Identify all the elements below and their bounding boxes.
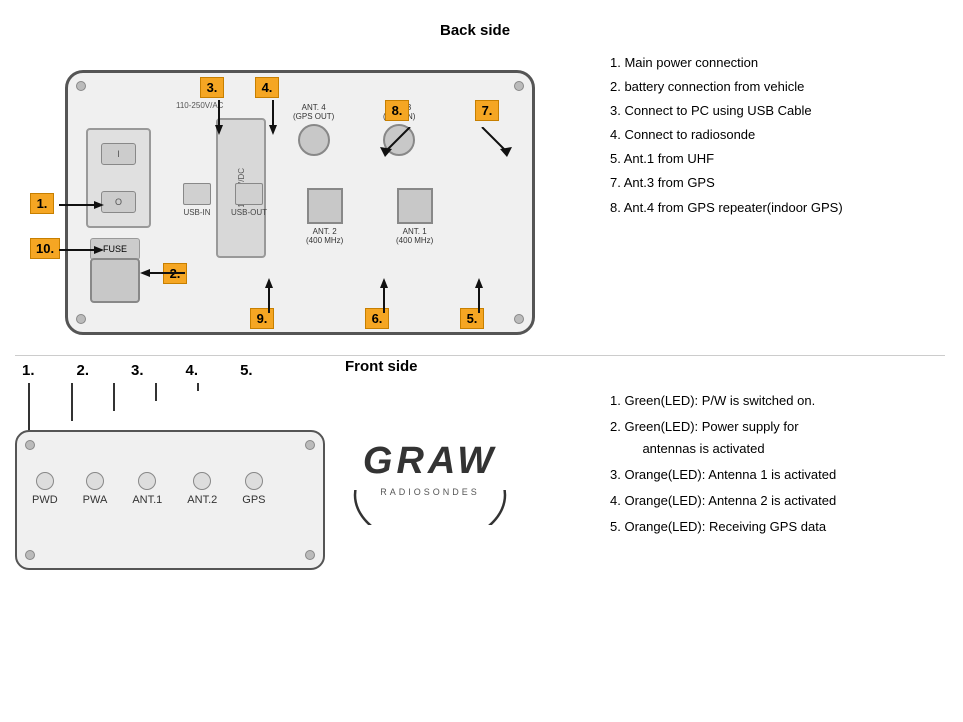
screw-bl: [76, 314, 86, 324]
arrow-4: [267, 100, 279, 138]
led-ant2: ANT.2: [187, 472, 217, 506]
led-label-pwd: PWD: [32, 494, 58, 506]
switch-on: I: [101, 143, 136, 165]
back-desc-item-5: 5. Ant.1 from UHF: [610, 148, 945, 170]
led-label-ant1: ANT.1: [132, 494, 162, 506]
back-side-diagram: 110-250V/AC I O FUSE 10-32V/DC USB-IN: [15, 45, 595, 355]
front-desc-list: 1. Green(LED): P/W is switched on. 2. Gr…: [610, 390, 945, 539]
screw-tr: [514, 81, 524, 91]
front-desc-item-4: 4. Orange(LED): Antenna 2 is activated: [610, 490, 945, 512]
back-desc-item-7: 7. Ant.3 from GPS: [610, 172, 945, 194]
back-desc-item-8: 8. Ant.4 from GPS repeater(indoor GPS): [610, 197, 945, 219]
led-circle-gps: [245, 472, 263, 490]
led-pwa: PWA: [83, 472, 108, 506]
usb-in-label: USB-IN: [183, 208, 210, 217]
front-screw-br: [305, 550, 315, 560]
front-num-5: 5.: [240, 362, 253, 379]
device-box: 110-250V/AC I O FUSE 10-32V/DC USB-IN: [65, 70, 535, 335]
front-desc-item-2: 2. Green(LED): Power supply for antennas…: [610, 416, 945, 460]
front-num-1: 1.: [22, 362, 35, 379]
front-screw-tr: [305, 440, 315, 450]
ant1-connector: [397, 188, 433, 224]
ant4-connector: [298, 124, 330, 156]
screw-tl: [76, 81, 86, 91]
power-inlet: [90, 258, 140, 303]
arrow-1: [59, 199, 104, 214]
front-desc-item-3: 3. Orange(LED): Antenna 1 is activated: [610, 464, 945, 486]
tick-2: [71, 383, 73, 421]
back-side-title: Back side: [440, 22, 510, 39]
front-screw-tl: [25, 440, 35, 450]
arrow-3: [213, 100, 225, 138]
graw-sub-text: RADIOSONDES: [350, 483, 510, 498]
led-label-gps: GPS: [242, 494, 265, 506]
usb-out-rect: [235, 183, 263, 205]
tick-5: [197, 383, 199, 391]
back-label-8: 8.: [385, 100, 409, 121]
led-row: PWD PWA ANT.1 ANT.2 GPS: [32, 472, 266, 506]
led-label-pwa: PWA: [83, 494, 108, 506]
led-circle-pwd: [36, 472, 54, 490]
led-circle-ant1: [138, 472, 156, 490]
front-num-2: 2.: [77, 362, 90, 379]
graw-logo: GRAW RADIOSONDES: [350, 430, 510, 530]
ant1-group: ANT. 1(400 MHz): [396, 188, 433, 245]
ant2-label: ANT. 2(400 MHz): [306, 227, 343, 245]
front-desc-item-1: 1. Green(LED): P/W is switched on.: [610, 390, 945, 412]
led-label-ant2: ANT.2: [187, 494, 217, 506]
led-circle-ant2: [193, 472, 211, 490]
back-label-10: 10.: [30, 238, 60, 259]
divider: [15, 355, 945, 356]
ant4-label: ANT. 4(GPS OUT): [293, 103, 334, 121]
arrow-2: [140, 267, 185, 282]
ant1-label: ANT. 1(400 MHz): [396, 227, 433, 245]
back-desc-item-1: 1. Main power connection: [610, 52, 945, 74]
back-desc-list: 1. Main power connection 2. battery conn…: [610, 52, 945, 219]
usb-out-port: USB-OUT: [231, 183, 267, 217]
tick-4: [155, 383, 157, 401]
front-side-title: Front side: [345, 358, 418, 375]
back-label-4: 4.: [255, 77, 279, 98]
front-num-3: 3.: [131, 362, 144, 379]
front-num-4: 4.: [186, 362, 199, 379]
ant2-connector: [307, 188, 343, 224]
screw-br: [514, 314, 524, 324]
front-screw-bl: [25, 550, 35, 560]
front-desc-item-5: 5. Orange(LED): Receiving GPS data: [610, 516, 945, 538]
front-desc: 1. Green(LED): P/W is switched on. 2. Gr…: [610, 390, 945, 543]
graw-brand-text: GRAW: [350, 440, 510, 483]
arrow-10: [59, 244, 104, 259]
usb-block: USB-IN USB-OUT: [183, 183, 267, 217]
back-desc-item-2: 2. battery connection from vehicle: [610, 76, 945, 98]
back-label-1: 1.: [30, 193, 54, 214]
arrow-5: [473, 278, 485, 316]
arrow-8: [380, 127, 415, 160]
usb-in-rect: [183, 183, 211, 205]
usb-in-port: USB-IN: [183, 183, 211, 217]
back-label-3: 3.: [200, 77, 224, 98]
back-desc-item-3: 3. Connect to PC using USB Cable: [610, 100, 945, 122]
back-label-7: 7.: [475, 100, 499, 121]
back-desc: 1. Main power connection 2. battery conn…: [610, 52, 945, 221]
tick-lines-container: [0, 383, 300, 433]
ant4-group: ANT. 4(GPS OUT): [293, 103, 334, 156]
tick-3: [113, 383, 115, 411]
arrow-7: [477, 127, 512, 160]
back-desc-item-4: 4. Connect to radiosonde: [610, 124, 945, 146]
tick-1: [28, 383, 30, 431]
led-ant1: ANT.1: [132, 472, 162, 506]
led-circle-pwa: [86, 472, 104, 490]
led-gps: GPS: [242, 472, 265, 506]
page: Back side 110-250V/AC I O FUSE 10-32V/DC: [0, 0, 963, 722]
arrow-6: [378, 278, 390, 316]
front-device-box: PWD PWA ANT.1 ANT.2 GPS: [15, 430, 325, 570]
switch-off: O: [101, 191, 136, 213]
led-pwd: PWD: [32, 472, 58, 506]
ant2-group: ANT. 2(400 MHz): [306, 188, 343, 245]
usb-out-label: USB-OUT: [231, 208, 267, 217]
front-num-row: 1. 2. 3. 4. 5.: [22, 362, 253, 379]
arrow-9: [263, 278, 275, 316]
